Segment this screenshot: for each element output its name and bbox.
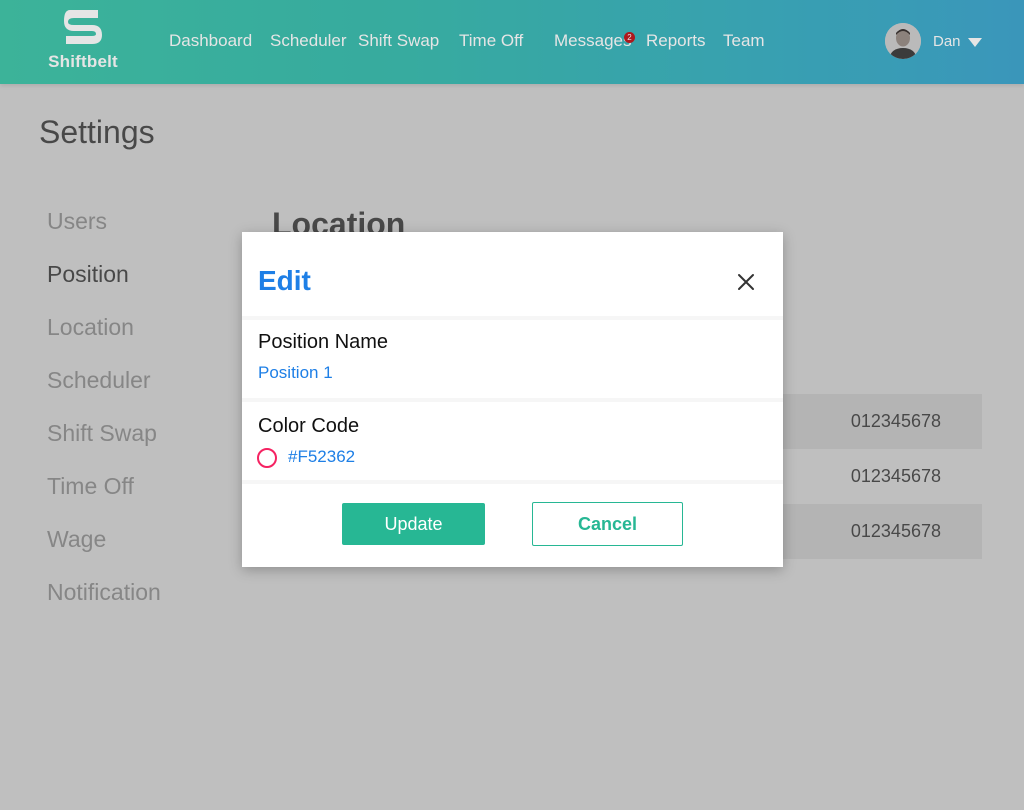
divider (242, 316, 783, 320)
divider (242, 480, 783, 484)
divider (242, 398, 783, 402)
color-code-label: Color Code (258, 415, 360, 437)
topbar-dim-overlay (0, 0, 1024, 84)
close-icon[interactable] (736, 272, 756, 292)
update-button[interactable]: Update (342, 503, 485, 545)
modal-title: Edit (258, 265, 311, 296)
cancel-button[interactable]: Cancel (532, 502, 683, 546)
color-swatch[interactable] (257, 448, 277, 468)
top-nav-bar: Shiftbelt Dashboard Scheduler Shift Swap… (0, 0, 1024, 84)
edit-position-modal: Edit Position Name Position 1 Color Code… (242, 232, 783, 567)
position-name-label: Position Name (258, 331, 389, 353)
position-name-input[interactable]: Position 1 (258, 363, 333, 383)
color-code-input[interactable]: #F52362 (288, 447, 355, 467)
